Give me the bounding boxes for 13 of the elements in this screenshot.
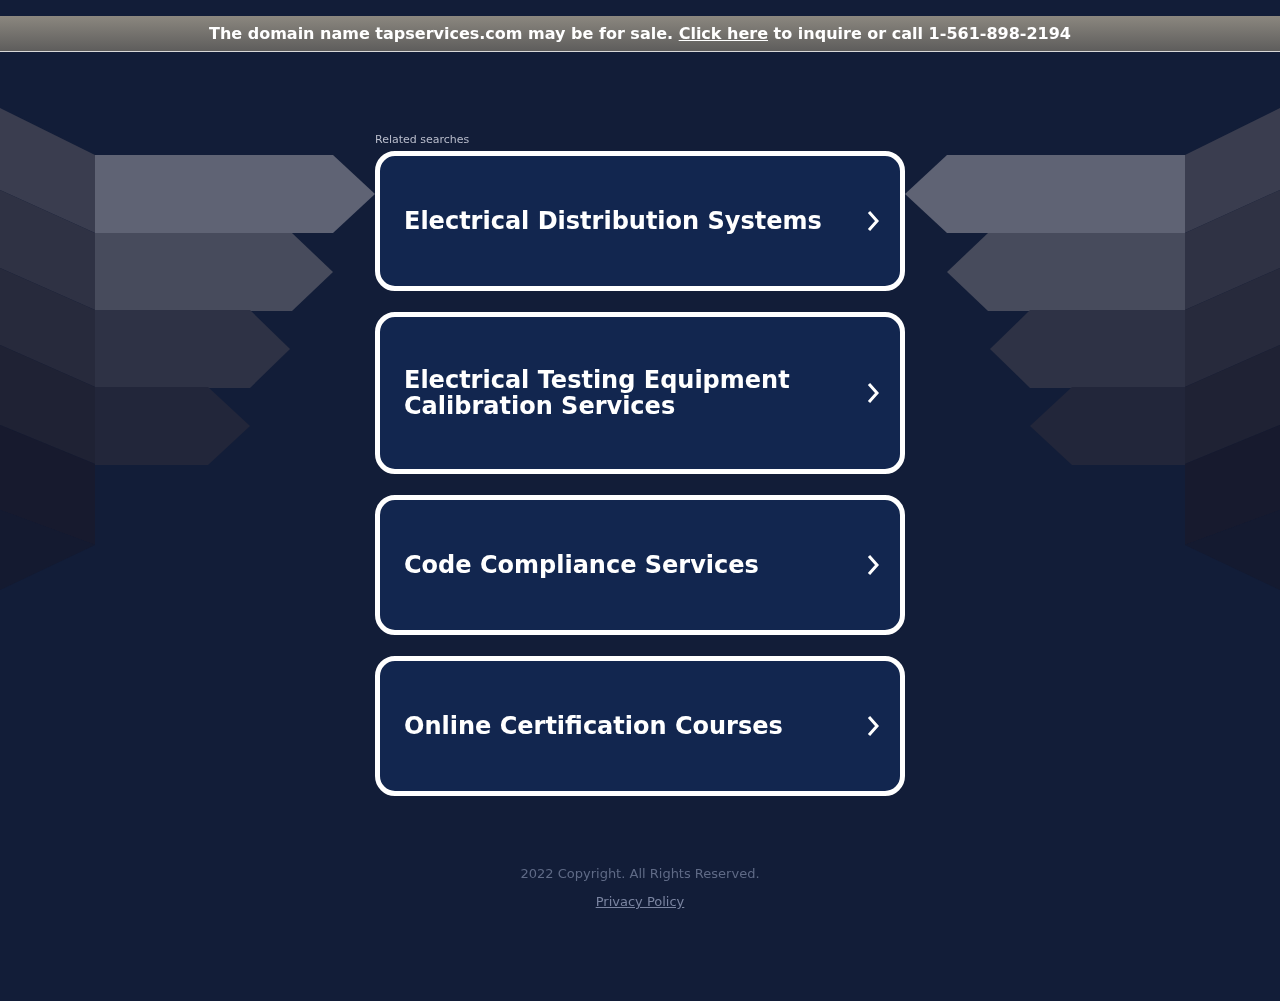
- related-search-link[interactable]: Electrical Testing Equipment Calibration Services: [375, 312, 905, 474]
- related-search-link[interactable]: Electrical Distribution Systems: [375, 151, 905, 291]
- chevron-right-icon: [866, 554, 880, 576]
- chevron-right-icon: [866, 210, 880, 232]
- related-searches-heading: Related searches: [375, 133, 471, 146]
- privacy-policy-link[interactable]: Privacy Policy: [595, 894, 685, 909]
- chevron-right-icon: [866, 382, 880, 404]
- inquire-link[interactable]: Click here: [678, 24, 769, 43]
- domain-sale-notice: The domain name tapservices.com may be for sale. Click here to inquire or call 1-561-898-2194: [209, 24, 1071, 43]
- copyright-text: 2022 Copyright. All Rights Reserved.: [520, 866, 760, 881]
- related-search-link[interactable]: Code Compliance Services: [375, 495, 905, 635]
- chevron-right-icon: [866, 715, 880, 737]
- related-search-link[interactable]: Online Certification Courses: [375, 656, 905, 796]
